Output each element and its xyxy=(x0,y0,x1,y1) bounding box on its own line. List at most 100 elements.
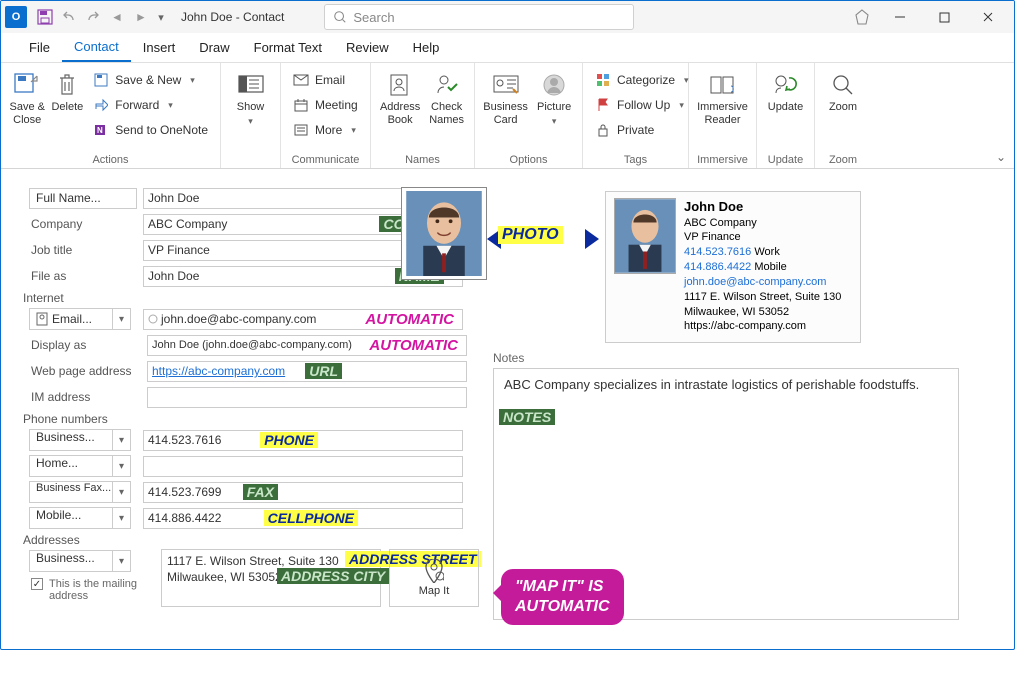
annot-mapit-callout: "MAP IT" ISAUTOMATIC xyxy=(501,569,624,625)
email-type-caret[interactable]: ▾ xyxy=(113,308,131,330)
names-group-label: Names xyxy=(379,152,466,166)
ribbon-tabs: File Contact Insert Draw Format Text Rev… xyxy=(1,33,1014,63)
address-type-caret[interactable]: ▾ xyxy=(113,550,131,572)
tab-draw[interactable]: Draw xyxy=(187,34,241,61)
tab-help[interactable]: Help xyxy=(401,34,452,61)
display-as-field[interactable]: John Doe (john.doe@abc-company.com)AUTOM… xyxy=(147,335,467,356)
im-label: IM address xyxy=(29,390,141,404)
nav-prev-icon[interactable]: ◄ xyxy=(106,6,128,28)
undo-icon[interactable] xyxy=(58,6,80,28)
coming-soon-icon[interactable] xyxy=(846,3,878,31)
collapse-ribbon-icon[interactable]: ⌄ xyxy=(996,150,1006,164)
notes-label: Notes xyxy=(493,351,524,365)
maximize-button[interactable] xyxy=(922,3,966,31)
home-phone-caret[interactable]: ▾ xyxy=(113,455,131,477)
map-it-button[interactable]: Map It xyxy=(389,549,479,607)
search-placeholder: Search xyxy=(353,10,394,25)
mobile-caret[interactable]: ▾ xyxy=(113,507,131,529)
zoom-label: Zoom xyxy=(829,101,857,114)
address-type-button[interactable]: Business... xyxy=(29,550,113,572)
card-web: https://abc-company.com xyxy=(684,319,841,334)
mobile-button[interactable]: Mobile... xyxy=(29,507,113,529)
tab-review[interactable]: Review xyxy=(334,34,401,61)
follow-up-button[interactable]: Follow Up▾ xyxy=(591,94,693,116)
communicate-group-label: Communicate xyxy=(289,152,362,166)
business-phone-caret[interactable]: ▾ xyxy=(113,429,131,451)
tab-format-text[interactable]: Format Text xyxy=(242,34,334,61)
web-page-field[interactable]: https://abc-company.comURL xyxy=(147,361,467,382)
search-box[interactable]: Search xyxy=(324,4,634,30)
update-button[interactable]: Update xyxy=(765,67,806,152)
nav-next-icon[interactable]: ► xyxy=(130,6,152,28)
tab-file[interactable]: File xyxy=(17,34,62,61)
card-work-phone: 414.523.7616 xyxy=(684,246,751,258)
web-page-label: Web page address xyxy=(29,364,141,378)
card-title: VP Finance xyxy=(684,230,841,245)
home-phone-field[interactable] xyxy=(143,456,463,477)
address-book-label: Address Book xyxy=(379,101,421,126)
address-book-button[interactable]: Address Book xyxy=(379,67,421,152)
close-button[interactable] xyxy=(966,3,1010,31)
contact-photo[interactable] xyxy=(401,187,487,280)
tags-group-label: Tags xyxy=(591,152,680,166)
business-card-preview[interactable]: John Doe ABC Company VP Finance 414.523.… xyxy=(605,191,861,343)
more-button[interactable]: More▾ xyxy=(289,119,362,141)
annot-notes: NOTES xyxy=(499,409,555,425)
tab-contact[interactable]: Contact xyxy=(62,33,131,62)
immersive-reader-button[interactable]: Immersive Reader xyxy=(697,67,748,152)
update-label: Update xyxy=(768,101,803,114)
zoom-group-label: Zoom xyxy=(823,152,863,166)
meeting-button[interactable]: Meeting xyxy=(289,94,362,116)
email-button[interactable]: Email xyxy=(289,69,362,91)
window: O ◄ ► ▾ John Doe - Contact Search xyxy=(0,0,1015,650)
full-name-button[interactable]: Full Name... xyxy=(29,188,137,209)
options-group-label: Options xyxy=(483,152,574,166)
svg-text:N: N xyxy=(97,126,103,135)
send-onenote-button[interactable]: NSend to OneNote xyxy=(89,119,212,141)
mobile-field[interactable]: 414.886.4422CELLPHONE xyxy=(143,508,463,529)
minimize-button[interactable] xyxy=(878,3,922,31)
check-names-label: Check Names xyxy=(427,101,466,126)
card-email: john.doe@abc-company.com xyxy=(684,275,841,290)
annot-auto-email: AUTOMATIC xyxy=(361,311,458,328)
business-phone-button[interactable]: Business... xyxy=(29,429,113,451)
card-company: ABC Company xyxy=(684,216,841,231)
show-button[interactable]: Show ▾ xyxy=(229,67,272,164)
mailing-address-checkbox[interactable]: ✓ xyxy=(31,578,43,590)
forward-button[interactable]: Forward▾ xyxy=(89,94,212,116)
annot-cellphone: CELLPHONE xyxy=(264,510,358,526)
zoom-button[interactable]: Zoom xyxy=(823,67,863,152)
fax-field[interactable]: 414.523.7699FAX xyxy=(143,482,463,503)
actions-group-label: Actions xyxy=(9,152,212,166)
picture-button[interactable]: Picture ▾ xyxy=(534,67,574,152)
email-field[interactable]: john.doe@abc-company.com AUTOMATIC xyxy=(143,309,463,330)
map-it-label: Map It xyxy=(419,585,450,597)
file-as-label: File as xyxy=(29,269,137,283)
qa-customize-icon[interactable]: ▾ xyxy=(154,6,168,28)
update-group-label: Update xyxy=(765,152,806,166)
home-phone-button[interactable]: Home... xyxy=(29,455,113,477)
business-phone-field[interactable]: 414.523.7616PHONE xyxy=(143,430,463,451)
tab-insert[interactable]: Insert xyxy=(131,34,188,61)
fax-caret[interactable]: ▾ xyxy=(113,481,131,503)
immersive-label: Immersive Reader xyxy=(697,101,748,126)
categorize-button[interactable]: Categorize▾ xyxy=(591,69,693,91)
save-close-button[interactable]: Save & Close xyxy=(9,67,45,152)
check-names-button[interactable]: Check Names xyxy=(427,67,466,152)
annot-url: URL xyxy=(305,363,342,379)
card-addr1: 1117 E. Wilson Street, Suite 130 xyxy=(684,290,841,305)
redo-icon[interactable] xyxy=(82,6,104,28)
fax-button[interactable]: Business Fax... xyxy=(29,481,113,503)
business-card-button[interactable]: Business Card xyxy=(483,67,528,152)
private-button[interactable]: Private xyxy=(591,119,693,141)
immersive-group-label: Immersive xyxy=(697,152,748,166)
ribbon-body: Save & Close Delete Save & New▾ Forward▾… xyxy=(1,63,1014,169)
save-new-button[interactable]: Save & New▾ xyxy=(89,69,212,91)
mailing-address-label: This is the mailing address xyxy=(49,578,139,602)
save-qa-icon[interactable] xyxy=(34,6,56,28)
im-field[interactable] xyxy=(147,387,467,408)
show-label: Show xyxy=(237,101,265,114)
card-mobile-phone: 414.886.4422 xyxy=(684,261,751,273)
email-type-button[interactable]: Email... xyxy=(29,308,113,330)
delete-button[interactable]: Delete xyxy=(51,67,83,152)
